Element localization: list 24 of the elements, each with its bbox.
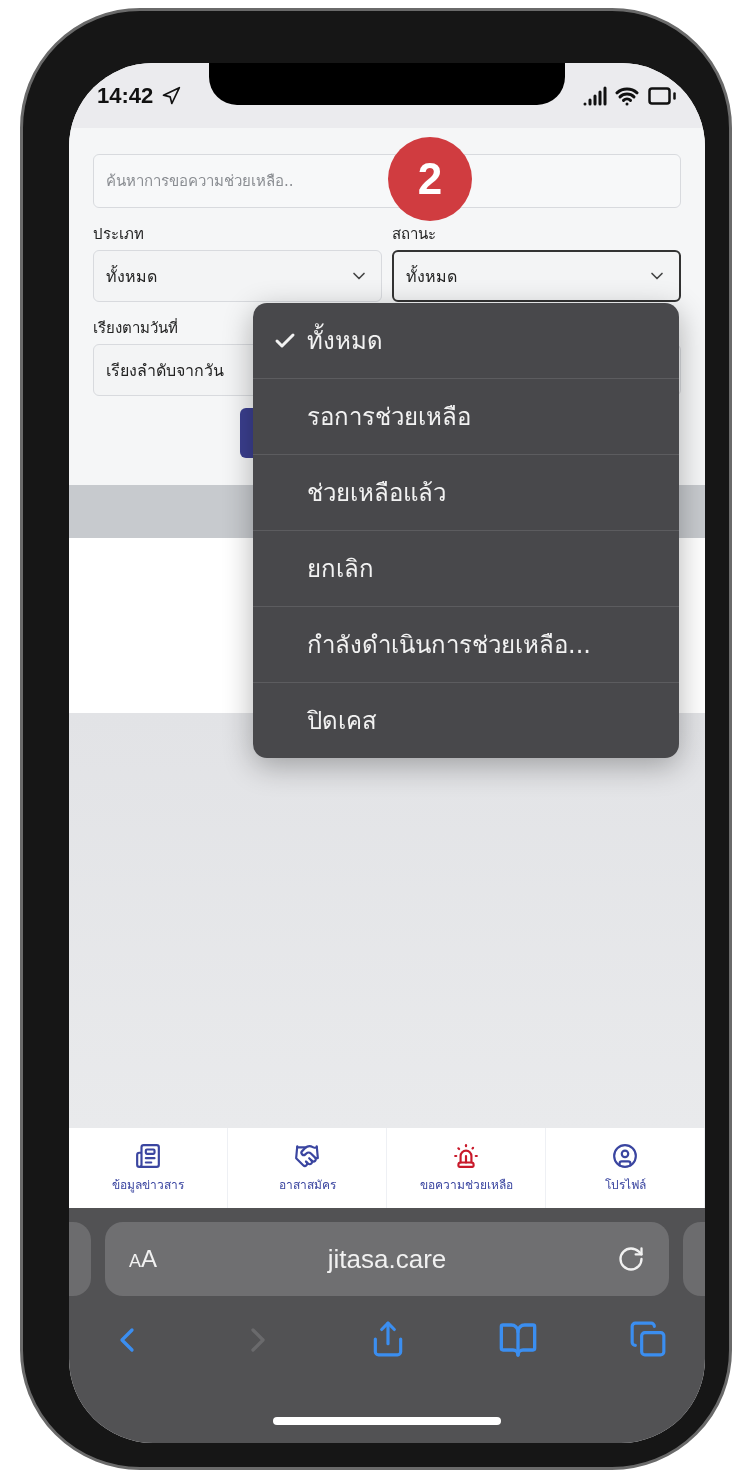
newspaper-icon (135, 1142, 161, 1169)
menu-item[interactable]: กำลังดำเนินการช่วยเหลือ... (253, 606, 679, 682)
tabs-icon (629, 1320, 667, 1358)
location-icon (161, 85, 182, 106)
select-field[interactable]: ทั้งหมด (93, 250, 382, 302)
menu-item[interactable]: ยกเลิก (253, 530, 679, 606)
field-label: เรียงตามวันที่ (93, 317, 178, 339)
user-circle-icon (612, 1142, 638, 1169)
field-label: สถานะ (392, 224, 436, 245)
url-text: jitasa.care (327, 1243, 447, 1275)
tab-preview[interactable] (69, 1222, 91, 1296)
text-size-button[interactable]: AA (129, 1245, 158, 1273)
reload-icon (617, 1245, 645, 1273)
status-time: 14:42 (97, 82, 154, 109)
select-field[interactable]: ทั้งหมด (392, 250, 681, 302)
menu-item[interactable]: รอการช่วยเหลือ (253, 378, 679, 454)
address-bar[interactable]: AA jitasa.care (105, 1222, 669, 1296)
handshake-icon (294, 1142, 320, 1169)
tab-preview[interactable] (683, 1222, 705, 1296)
menu-item[interactable]: ทั้งหมด (253, 303, 679, 378)
menu-item[interactable]: ช่วยเหลือแล้ว (253, 454, 679, 530)
field-label: ประเภท (93, 224, 144, 245)
menu-item[interactable]: ปิดเคส (253, 682, 679, 758)
siren-icon (453, 1142, 479, 1169)
